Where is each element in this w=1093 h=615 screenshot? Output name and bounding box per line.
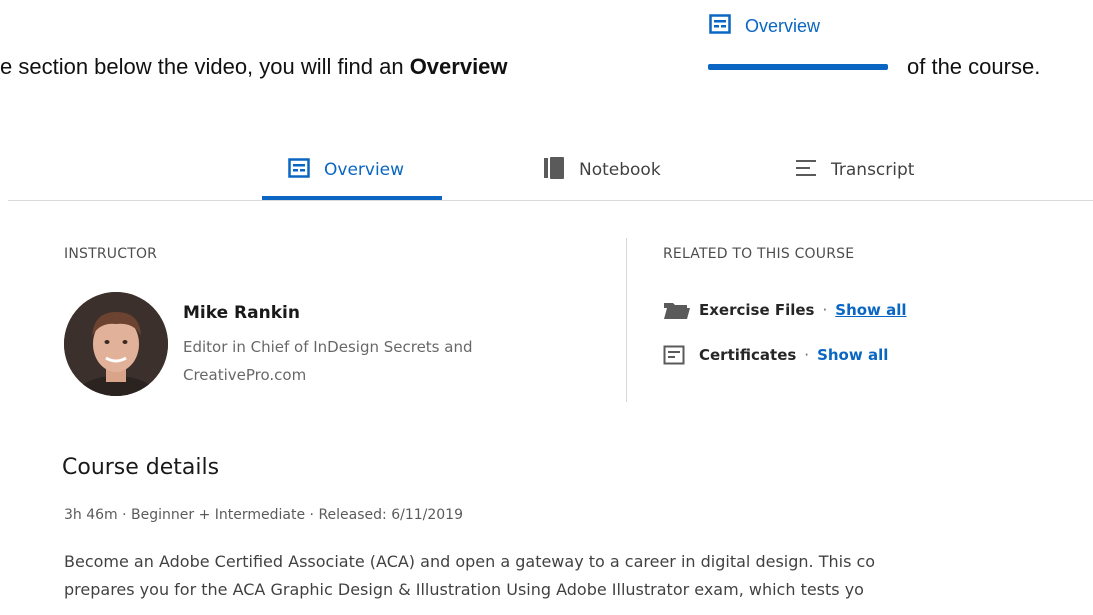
separator: · xyxy=(804,346,810,364)
separator: · xyxy=(822,301,828,319)
course-description-line: Become an Adobe Certified Associate (ACA… xyxy=(64,552,876,571)
course-description-line: prepares you for the ACA Graphic Design … xyxy=(64,580,864,599)
callout-underline xyxy=(708,64,888,70)
overview-icon xyxy=(709,14,731,38)
exercise-files-label: Exercise Files xyxy=(699,301,815,319)
instruction-text: e section below the video, you will find… xyxy=(0,54,508,80)
instructor-heading: INSTRUCTOR xyxy=(64,246,158,262)
tab-label: Overview xyxy=(324,160,405,180)
instructor-title: Editor in Chief of InDesign Secrets and … xyxy=(183,338,473,384)
course-meta: 3h 46m · Beginner + Intermediate · Relea… xyxy=(64,507,463,523)
tab-overview[interactable]: Overview xyxy=(288,150,404,190)
avatar[interactable] xyxy=(64,292,168,396)
tab-label: Transcript xyxy=(831,160,915,180)
certificates-show-all-link[interactable]: Show all xyxy=(817,346,888,364)
folder-icon xyxy=(663,300,699,320)
section-divider xyxy=(626,238,627,402)
instruction-suffix: of the course. xyxy=(907,54,1041,79)
tabs-divider xyxy=(8,200,1093,201)
overview-icon xyxy=(288,157,310,183)
transcript-icon xyxy=(795,158,817,183)
certificate-icon xyxy=(663,345,699,365)
notebook-icon xyxy=(543,156,565,185)
tab-label: Notebook xyxy=(579,160,661,180)
callout-label: Overview xyxy=(745,15,821,36)
related-certificates: Certificates · Show all xyxy=(663,341,888,369)
exercise-files-show-all-link[interactable]: Show all xyxy=(835,301,906,319)
overview-callout: Overview xyxy=(709,12,820,40)
instruction-emphasis: Overview xyxy=(409,54,508,79)
certificates-label: Certificates xyxy=(699,346,797,364)
tab-transcript[interactable]: Transcript xyxy=(795,150,914,190)
related-heading: RELATED TO THIS COURSE xyxy=(663,246,855,262)
course-details-heading: Course details xyxy=(62,455,220,480)
instruction-prefix: e section below the video, you will find… xyxy=(0,54,410,79)
related-exercise-files: Exercise Files · Show all xyxy=(663,296,907,324)
tab-notebook[interactable]: Notebook xyxy=(543,150,661,190)
instructor-name[interactable]: Mike Rankin xyxy=(183,303,300,323)
